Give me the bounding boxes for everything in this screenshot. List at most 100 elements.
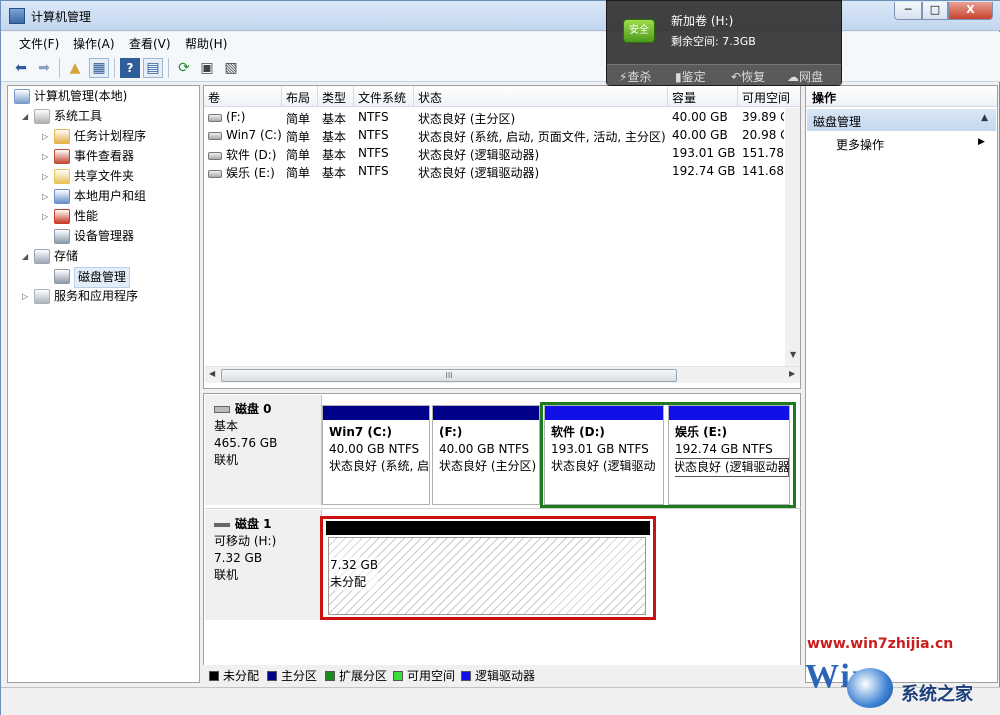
column-header-free-space[interactable]: 可用空间	[738, 86, 800, 107]
toolbar-separator	[59, 58, 60, 78]
cloud-drive-button[interactable]: ☁网盘	[787, 68, 823, 85]
table-cell-text: 娱乐 (E:)	[226, 166, 275, 180]
expand-arrow-icon[interactable]: ▷	[42, 147, 48, 166]
table-cell-text: 基本	[322, 148, 347, 162]
table-cell: 39.89 GB	[742, 110, 784, 124]
partition-bar	[326, 521, 650, 535]
legend-swatch	[461, 671, 471, 681]
table-cell-text: 状态良好 (逻辑驱动器)	[418, 148, 540, 162]
scroll-right-arrow-icon[interactable]: ▶	[789, 369, 795, 378]
scan-button[interactable]: ⚡查杀	[619, 68, 651, 85]
column-header-type[interactable]: 类型	[318, 86, 354, 107]
forward-arrow-icon[interactable]: ➡	[34, 58, 54, 78]
expand-arrow-icon[interactable]: ▷	[22, 287, 28, 306]
more-actions-item[interactable]: 更多操作	[836, 136, 884, 153]
menu-action[interactable]: 操作(A)	[73, 35, 115, 52]
clock-icon	[54, 129, 70, 144]
table-cell-text: 状态良好 (逻辑驱动器)	[418, 166, 540, 180]
legend-swatch	[325, 671, 335, 681]
up-folder-icon[interactable]: ▲	[65, 58, 85, 78]
unallocated-partition[interactable]: 7.32 GB 未分配	[320, 516, 656, 620]
scroll-down-arrow-icon[interactable]: ▼	[790, 350, 796, 359]
actions-section-disk-management[interactable]: 磁盘管理 ▲	[807, 109, 996, 131]
expand-arrow-icon[interactable]: ▷	[42, 207, 48, 226]
submenu-arrow-icon[interactable]: ▶	[978, 137, 985, 147]
expand-arrow-icon[interactable]: ▷	[42, 187, 48, 206]
table-row[interactable]: 娱乐 (E:) 简单 基本 NTFS 状态良好 (逻辑驱动器) 192.74 GB 141.…	[204, 162, 800, 181]
toolbar-separator	[168, 58, 169, 78]
table-cell-text: NTFS	[358, 164, 389, 178]
tree-item-label: 存储	[54, 249, 79, 263]
identify-button[interactable]: ▮鉴定	[675, 68, 706, 85]
usb-drive-popup[interactable]: 安全 新加卷 (H:) 剩余空间: 7.3GB ⚡查杀 ▮鉴定 ↶恢复 ☁网盘	[606, 0, 842, 86]
partition-block[interactable]: Win7 (C:) 40.00 GB NTFS 状态良好 (系统, 启	[322, 405, 430, 505]
disk-0-type: 基本	[214, 419, 239, 433]
event-viewer-icon	[54, 149, 70, 164]
watermark-url: www.win7zhijia.cn	[807, 636, 954, 652]
horizontal-scroll-thumb[interactable]: III	[221, 369, 677, 382]
minimize-button[interactable]: ─	[894, 2, 922, 20]
refresh-icon[interactable]: ⟳	[174, 58, 194, 78]
column-header-filesystem[interactable]: 文件系统	[354, 86, 414, 107]
table-cell-text: 40.00 GB	[672, 128, 728, 142]
partition-block[interactable]: (F:) 40.00 GB NTFS 状态良好 (主分区)	[432, 405, 540, 505]
table-cell-text: 简单	[286, 130, 311, 144]
table-cell: 基本	[322, 110, 356, 127]
vertical-scrollbar[interactable]: ▼	[785, 108, 800, 366]
maximize-button[interactable]: □	[922, 2, 948, 20]
table-row[interactable]: (F:) 简单基本 NTFS 状态良好 (主分区) 40.00 GB 39.89 GB	[204, 108, 800, 127]
table-cell-text: 简单	[286, 112, 311, 126]
table-cell: 状态良好 (主分区)	[418, 110, 670, 127]
table-cell-text: 简单	[286, 166, 311, 180]
tree-item-label: 磁盘管理	[74, 267, 131, 288]
table-cell-text: NTFS	[358, 146, 389, 160]
show-hide-tree-icon[interactable]: ▦	[89, 58, 109, 78]
table-cell: 简单	[286, 164, 320, 181]
storage-icon	[34, 249, 50, 264]
legend-item: 未分配	[209, 667, 259, 684]
table-cell: 软件 (D:)	[208, 146, 286, 163]
table-row[interactable]: 软件 (D:) 简单 基本 NTFS 状态良好 (逻辑驱动器) 193.01 GB 151.…	[204, 144, 800, 163]
disk-icon	[214, 406, 230, 413]
table-cell-text: 状态良好 (系统, 启动, 页面文件, 活动, 主分区)	[418, 130, 666, 144]
collapse-arrow-icon[interactable]: ◢	[22, 107, 28, 126]
expand-arrow-icon[interactable]: ▷	[42, 127, 48, 146]
tree-item-label: 服务和应用程序	[54, 289, 139, 303]
table-cell: 娱乐 (E:)	[208, 164, 286, 181]
close-button[interactable]: X	[948, 2, 993, 20]
export-icon[interactable]: ▣	[197, 58, 217, 78]
restore-button[interactable]: ↶恢复	[731, 68, 765, 85]
legend-item: 逻辑驱动器	[461, 667, 535, 684]
horizontal-scrollbar[interactable]: ◀ III ▶	[205, 366, 800, 383]
collapse-arrow-icon[interactable]: ▲	[981, 113, 988, 123]
column-header-status[interactable]: 状态	[414, 86, 668, 107]
column-header-volume[interactable]: 卷	[204, 86, 282, 107]
tree-item-label: 设备管理器	[74, 229, 135, 243]
collapse-arrow-icon[interactable]: ◢	[22, 247, 28, 266]
help-icon[interactable]: ?	[120, 58, 140, 78]
partition-status: 状态良好 (主分区)	[439, 459, 537, 473]
disk-0-state: 联机	[214, 453, 239, 467]
disk-0-info[interactable]: 磁盘 0 基本 465.76 GB 联机	[205, 395, 322, 505]
performance-icon	[54, 209, 70, 224]
properties-pane-icon[interactable]: ▤	[143, 58, 163, 78]
column-header-layout[interactable]: 布局	[282, 86, 318, 107]
table-cell: 40.00 GB	[672, 128, 740, 142]
tree-item-label: 系统工具	[54, 109, 103, 123]
title-bar[interactable]: 计算机管理 ─ □ X	[1, 1, 1000, 31]
column-header-capacity[interactable]: 容量	[668, 86, 738, 107]
disk-1-info[interactable]: 磁盘 1 可移动 (H:) 7.32 GB 联机	[205, 510, 322, 620]
computer-management-window: 计算机管理 ─ □ X 文件(F) 操作(A) 查看(V) 帮助(H) ⬅ ➡ …	[0, 0, 1000, 715]
menu-view[interactable]: 查看(V)	[129, 35, 171, 52]
table-cell: 基本	[322, 146, 356, 163]
table-row[interactable]: Win7 (C:) 简单 基本 NTFS 状态良好 (系统, 启动, 页面文件, 活动,…	[204, 126, 800, 144]
expand-arrow-icon[interactable]: ▷	[42, 167, 48, 186]
menu-help[interactable]: 帮助(H)	[185, 35, 227, 52]
properties-icon[interactable]: ▧	[221, 58, 241, 78]
back-arrow-icon[interactable]: ⬅	[11, 58, 31, 78]
scroll-left-arrow-icon[interactable]: ◀	[209, 369, 215, 378]
table-cell-text: NTFS	[358, 110, 389, 124]
menu-file[interactable]: 文件(F)	[19, 35, 59, 52]
usb-icon: ▮	[675, 70, 682, 84]
table-cell-text: 193.01 GB	[672, 146, 736, 160]
